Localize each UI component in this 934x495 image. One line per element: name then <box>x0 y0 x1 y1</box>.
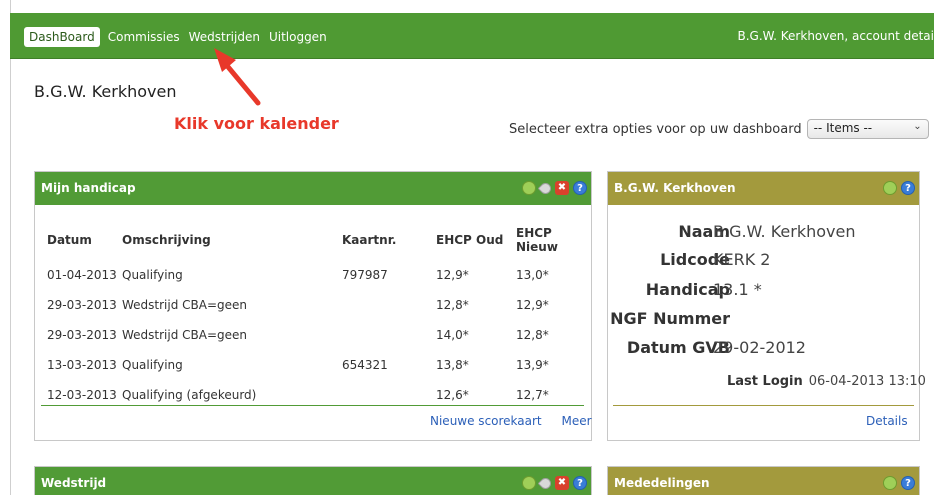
panel-actions: ✖ ? <box>522 475 587 492</box>
close-icon[interactable]: ✖ <box>555 476 569 490</box>
panel-actions: ? <box>883 181 915 195</box>
dashboard-options: Selecteer extra opties voor op uw dashbo… <box>509 119 929 139</box>
wedstrijd-panel: Wedstrijd ✖ ? <box>34 466 592 495</box>
profile-panel: B.G.W. Kerkhoven ? <box>607 171 920 441</box>
annotation-callout: Klik voor kalender <box>174 114 339 133</box>
table-row: 29-03-2013 Wedstrijd CBA=geen 12,8* 12,9… <box>47 290 583 320</box>
field-value: B.G.W. Kerkhoven <box>713 222 856 241</box>
last-login: Last Login 06-04-2013 13:10 <box>727 374 926 389</box>
cell-kaartnr <box>342 290 436 320</box>
refresh-icon[interactable] <box>883 476 897 490</box>
options-label: Selecteer extra opties voor op uw dashbo… <box>509 121 802 137</box>
wedstrijd-panel-title: Wedstrijd <box>41 476 107 490</box>
nav-item-commissies[interactable]: Commissies <box>108 28 180 46</box>
table-row: 01-04-2013 Qualifying 797987 12,9* 13,0* <box>47 260 583 290</box>
cell-kaartnr: 797987 <box>342 268 388 282</box>
column-header: Kaartnr. <box>342 233 397 247</box>
cell-ehcp-nieuw: 13,9* <box>516 358 549 372</box>
top-navigation-bar: DashBoard Commissies Wedstrijden Uitlogg… <box>10 13 934 59</box>
cell-ehcp-oud: 13,8* <box>436 358 469 372</box>
handicap-divider <box>41 405 584 406</box>
handicap-panel-title: Mijn handicap <box>41 181 136 195</box>
field-value: 29-02-2012 <box>713 338 806 357</box>
cell-datum: 29-03-2013 <box>47 328 117 342</box>
color-drop-icon[interactable] <box>537 475 554 492</box>
table-header-row: Datum Omschrijving Kaartnr. EHCP Oud EHC… <box>47 220 583 260</box>
more-link[interactable]: Meer <box>561 414 591 428</box>
profile-panel-title: B.G.W. Kerkhoven <box>614 181 736 195</box>
last-login-label: Last Login <box>727 374 803 389</box>
table-row: 13-03-2013 Qualifying 654321 13,8* 13,9* <box>47 350 583 380</box>
new-scorecard-link[interactable]: Nieuwe scorekaart <box>430 414 542 428</box>
cell-datum: 01-04-2013 <box>47 268 117 282</box>
cell-omschrijving: Qualifying <box>122 268 183 282</box>
column-header: Datum <box>47 233 92 247</box>
cell-ehcp-oud: 14,0* <box>436 328 469 342</box>
cell-datum: 13-03-2013 <box>47 358 117 372</box>
wedstrijd-panel-header: Wedstrijd ✖ ? <box>35 467 591 495</box>
field-value: 13.1 * <box>713 280 762 299</box>
main-menu: DashBoard Commissies Wedstrijden Uitlogg… <box>24 27 336 47</box>
cell-ehcp-oud: 12,8* <box>436 298 469 312</box>
cell-ehcp-nieuw: 13,0* <box>516 268 549 282</box>
nav-item-uitloggen[interactable]: Uitloggen <box>269 28 327 46</box>
account-details-link[interactable]: B.G.W. Kerkhoven, account detai <box>738 29 934 43</box>
column-header: Omschrijving <box>122 233 211 247</box>
cell-ehcp-nieuw: 12,8* <box>516 328 549 342</box>
color-drop-icon[interactable] <box>537 180 554 197</box>
help-icon[interactable]: ? <box>573 476 587 490</box>
column-header: EHCP Oud <box>436 233 504 247</box>
help-icon[interactable]: ? <box>573 181 587 195</box>
items-select[interactable]: -- Items -- ⌄ <box>806 119 929 139</box>
cell-omschrijving: Qualifying <box>122 358 183 372</box>
field-label: NGF Nummer <box>610 309 730 328</box>
cell-omschrijving: Wedstrijd CBA=geen <box>122 328 248 342</box>
cell-ehcp-oud: 12,9* <box>436 268 469 282</box>
refresh-icon[interactable] <box>522 181 536 195</box>
column-header: EHCP Nieuw <box>516 226 558 254</box>
mededelingen-panel-header: Mededelingen ? <box>608 467 919 495</box>
cell-datum: 29-03-2013 <box>47 298 117 312</box>
close-icon[interactable]: ✖ <box>555 181 569 195</box>
cell-kaartnr <box>342 320 436 350</box>
profile-panel-header: B.G.W. Kerkhoven ? <box>608 172 919 205</box>
nav-item-wedstrijden[interactable]: Wedstrijden <box>189 28 260 46</box>
last-login-value: 06-04-2013 13:10 <box>808 374 926 389</box>
field-value: KERK 2 <box>713 250 771 269</box>
page-title: B.G.W. Kerkhoven <box>34 82 177 101</box>
help-icon[interactable]: ? <box>901 181 915 195</box>
details-link[interactable]: Details <box>866 414 908 428</box>
refresh-icon[interactable] <box>883 181 897 195</box>
handicap-footer-links: Nieuwe scorekaart Meer <box>430 414 592 428</box>
table-row: 29-03-2013 Wedstrijd CBA=geen 14,0* 12,8… <box>47 320 583 350</box>
chevron-down-icon: ⌄ <box>913 121 922 132</box>
refresh-icon[interactable] <box>522 476 536 490</box>
cell-ehcp-nieuw: 12,9* <box>516 298 549 312</box>
handicap-table: Datum Omschrijving Kaartnr. EHCP Oud EHC… <box>47 220 583 410</box>
handicap-panel-header: Mijn handicap ✖ ? <box>35 172 591 205</box>
panel-actions: ? <box>883 476 915 490</box>
profile-divider <box>613 405 914 406</box>
nav-item-dashboard[interactable]: DashBoard <box>24 27 100 47</box>
items-select-value: -- Items -- <box>813 121 873 135</box>
cell-kaartnr: 654321 <box>342 358 388 372</box>
cell-omschrijving: Wedstrijd CBA=geen <box>122 298 248 312</box>
mededelingen-panel-title: Mededelingen <box>614 476 710 490</box>
mededelingen-panel: Mededelingen ? <box>607 466 920 495</box>
help-icon[interactable]: ? <box>901 476 915 490</box>
panel-actions: ✖ ? <box>522 180 587 197</box>
